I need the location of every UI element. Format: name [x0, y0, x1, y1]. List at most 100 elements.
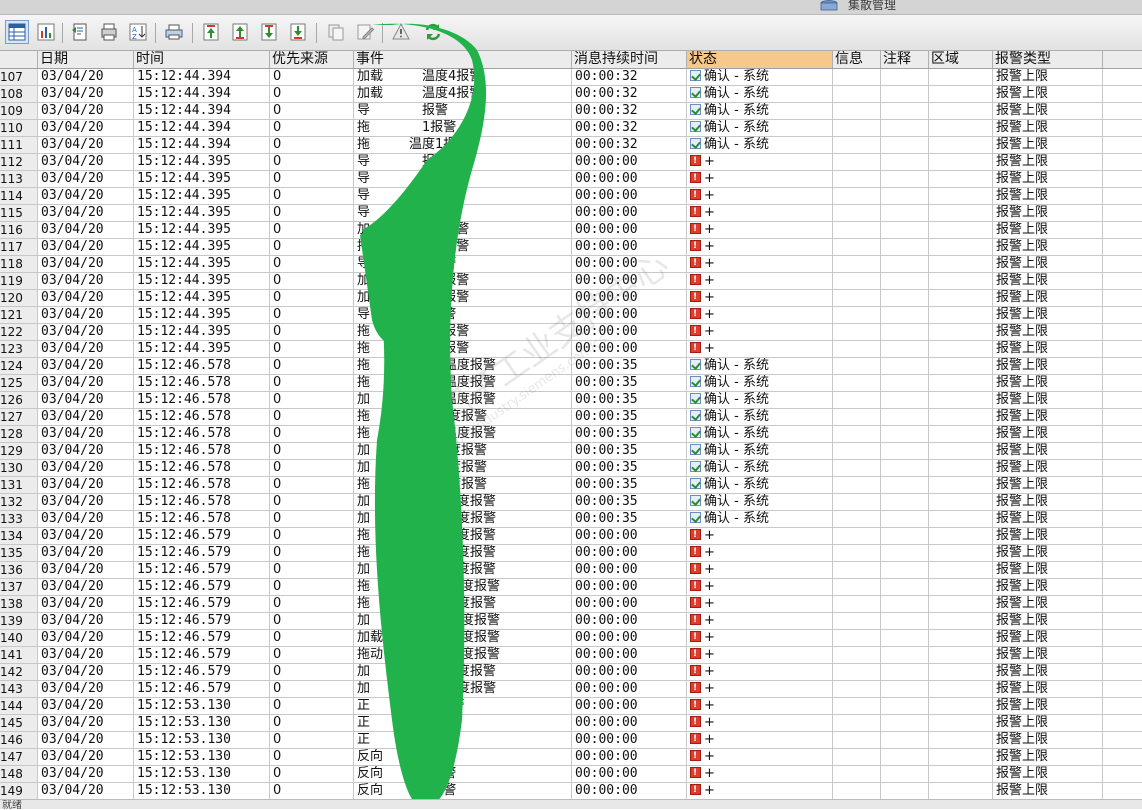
header-alarm-type[interactable]: 报警类型	[993, 51, 1103, 68]
table-row[interactable]: 127 03/04/20 15:12:46.578 0 拖 轴承温度报警 00:00:35…	[0, 409, 1142, 426]
cell-note	[881, 120, 929, 136]
move-top-button[interactable]	[199, 20, 223, 44]
table-row[interactable]: 12303/04/2015:12:44.3950拖 温度1报警00:00:00 +…	[0, 341, 1142, 358]
cell-priority-source: 0	[270, 273, 354, 289]
copy-button[interactable]	[324, 20, 348, 44]
header-priority-source[interactable]: 优先来源	[270, 51, 354, 68]
table-row[interactable]: 12103/04/2015:12:44.3950导 8报警00:00:00 + 报警…	[0, 307, 1142, 324]
table-row[interactable]: 11403/04/2015:12:44.3950导 1报警00:00:00 + 报警…	[0, 188, 1142, 205]
row-number: 115	[0, 205, 38, 221]
edit-note-button[interactable]	[353, 20, 377, 44]
table-row[interactable]: 11703/04/2015:12:44.3950拖 温度1报警00:00:00 +…	[0, 239, 1142, 256]
status-text: 确认 - 系统	[704, 460, 769, 475]
table-row[interactable]: 139 03/04/20 15:12:46.579 0 加 右轴承温度报警 00:00:0…	[0, 613, 1142, 630]
status-text: +	[704, 698, 715, 713]
cell-priority-source: 0	[270, 596, 354, 612]
table-row[interactable]: 140 03/04/20 15:12:46.579 0 加载 右轴承温度报警 00:00:…	[0, 630, 1142, 647]
table-row[interactable]: 12003/04/2015:12:44.3950加 温度4报警00:00:00 +…	[0, 290, 1142, 307]
table-row[interactable]: 132 03/04/20 15:12:46.578 0 加 组B相温度报警 00:00:3…	[0, 494, 1142, 511]
table-row[interactable]: 133 03/04/20 15:12:46.578 0 加 组C相温度报警 00:00:3…	[0, 511, 1142, 528]
export-button[interactable]	[68, 20, 92, 44]
cell-info	[833, 579, 881, 595]
cell-priority-source: 0	[270, 205, 354, 221]
cell-event: 拖 温度1报警	[354, 341, 572, 357]
table-row[interactable]: 11903/04/2015:12:44.3950加 温度4报警00:00:00 +…	[0, 273, 1142, 290]
cell-area	[929, 307, 993, 323]
cell-area	[929, 409, 993, 425]
move-bottom-button[interactable]	[286, 20, 310, 44]
table-row[interactable]: 142 03/04/20 15:12:46.579 0 加 组B相温度报警 00:00:0…	[0, 664, 1142, 681]
table-row[interactable]: 129 03/04/20 15:12:46.578 0 加 轴承温度报警 00:00:35…	[0, 443, 1142, 460]
grid-view-button[interactable]	[5, 20, 29, 44]
sort-button[interactable]: AZ	[126, 20, 150, 44]
cell-time: 15:12:44.395	[134, 256, 270, 272]
move-down-button[interactable]	[257, 20, 281, 44]
status-text: 确认 - 系统	[704, 392, 769, 407]
row-number: 124	[0, 358, 38, 374]
table-row[interactable]: 107 03/04/20 15:12:44.394 0 加载 温度4报警 00:00:32…	[0, 69, 1142, 86]
cell-info	[833, 698, 881, 714]
cell-duration: 00:00:00	[572, 188, 687, 204]
table-row[interactable]: 11803/04/2015:12:44.3950导 7报警00:00:00 + 报警…	[0, 256, 1142, 273]
move-up-button[interactable]	[228, 20, 252, 44]
table-row[interactable]: 136 03/04/20 15:12:46.579 0 加 组A相温度报警 00:00:0…	[0, 562, 1142, 579]
table-row[interactable]: 108 03/04/20 15:12:44.394 0 加载 温度4报警 00:00:32…	[0, 86, 1142, 103]
table-row[interactable]: 14603/04/2015:12:53.1300正 2报警00:00:00 + 报警…	[0, 732, 1142, 749]
table-row[interactable]: 110 03/04/20 15:12:44.394 0 拖 1报警 00:00:32 确认 …	[0, 120, 1142, 137]
table-row[interactable]: 11203/04/2015:12:44.3950导 报警00:00:00 + 报警上…	[0, 154, 1142, 171]
refresh-button[interactable]	[421, 20, 445, 44]
cell-status: 确认 - 系统	[687, 103, 833, 119]
edit-note-icon	[357, 24, 375, 40]
row-number: 129	[0, 443, 38, 459]
table-row[interactable]: 14903/04/2015:12:53.1300反向 力6报警00:00:00 +…	[0, 783, 1142, 800]
table-row[interactable]: 124 03/04/20 15:12:46.578 0 拖 组B相温度报警 00:00:3…	[0, 358, 1142, 375]
status-text: +	[704, 749, 715, 764]
status-text: +	[704, 205, 715, 220]
header-event[interactable]: 事件	[354, 51, 572, 68]
table-row[interactable]: 14503/04/2015:12:53.1300正 1报警00:00:00 + 报警…	[0, 715, 1142, 732]
table-row[interactable]: 134 03/04/20 15:12:46.579 0 拖 组B相温度报警 00:00:0…	[0, 528, 1142, 545]
table-row[interactable]: 138 03/04/20 15:12:46.579 0 拖 组C相温度报警 00:00:0…	[0, 596, 1142, 613]
cell-date: 03/04/20	[38, 273, 134, 289]
table-row[interactable]: 109 03/04/20 15:12:44.394 0 导 报警 00:00:32 确认 -…	[0, 103, 1142, 120]
table-row[interactable]: 137 03/04/20 15:12:46.579 0 拖 左轴承温度报警 00:00:0…	[0, 579, 1142, 596]
cell-status: +	[687, 324, 833, 340]
print-preview-button[interactable]	[97, 20, 121, 44]
header-info[interactable]: 信息	[833, 51, 881, 68]
cell-alarm-type: 报警上限	[993, 715, 1103, 731]
table-row[interactable]: 14403/04/2015:12:53.1300正 13报警00:00:00 + 报…	[0, 698, 1142, 715]
header-row-number[interactable]	[0, 51, 38, 68]
cell-info	[833, 613, 881, 629]
header-note[interactable]: 注释	[881, 51, 929, 68]
header-time[interactable]: 时间	[134, 51, 270, 68]
acknowledge-button[interactable]	[389, 20, 413, 44]
table-row[interactable]: 11503/04/2015:12:44.3950导 8报警00:00:00 + 报警…	[0, 205, 1142, 222]
print-button[interactable]	[162, 20, 186, 44]
table-row[interactable]: 14703/04/2015:12:53.1300反向 4报警00:00:00 + 报…	[0, 749, 1142, 766]
header-date[interactable]: 日期	[38, 51, 134, 68]
table-row[interactable]: 111 03/04/20 15:12:44.394 0 拖 温度1报警 00:00:32 确…	[0, 137, 1142, 154]
table-row[interactable]: 14803/04/2015:12:53.1300反向 5报警00:00:00 + 报…	[0, 766, 1142, 783]
table-row[interactable]: 126 03/04/20 15:12:46.578 0 加 组A相温度报警 00:00:3…	[0, 392, 1142, 409]
header-area[interactable]: 区域	[929, 51, 993, 68]
bar-chart-button[interactable]	[34, 20, 58, 44]
table-row[interactable]: 11603/04/2015:12:44.3950加 温度4报警00:00:00 +…	[0, 222, 1142, 239]
cell-status: 确认 - 系统	[687, 375, 833, 391]
table-row[interactable]: 135 03/04/20 15:12:46.579 0 拖 组A相温度报警 00:00:0…	[0, 545, 1142, 562]
cell-alarm-type: 报警上限	[993, 120, 1103, 136]
table-row[interactable]: 125 03/04/20 15:12:46.578 0 拖 组A相温度报警 00:00:3…	[0, 375, 1142, 392]
header-status[interactable]: 状态	[687, 51, 833, 68]
cell-time: 15:12:46.579	[134, 579, 270, 595]
table-row[interactable]: 11303/04/2015:12:44.3950导 报警00:00:00 + 报警上…	[0, 171, 1142, 188]
table-row[interactable]: 12203/04/2015:12:44.3950拖 温度1报警00:00:00 +…	[0, 324, 1142, 341]
cell-duration: 00:00:00	[572, 766, 687, 782]
table-row[interactable]: 130 03/04/20 15:12:46.578 0 加 轴承温度报警 00:00:35…	[0, 460, 1142, 477]
table-row[interactable]: 143 03/04/20 15:12:46.579 0 加 组C相温度报警 00:00:0…	[0, 681, 1142, 698]
table-row[interactable]: 131 03/04/20 15:12:46.578 0 拖 轴承温度报警 00:00:35…	[0, 477, 1142, 494]
cell-date: 03/04/20	[38, 69, 134, 85]
row-number: 107	[0, 69, 38, 85]
table-row[interactable]: 128 03/04/20 15:12:46.578 0 拖 组C相温度报警 00:00:3…	[0, 426, 1142, 443]
cell-info	[833, 596, 881, 612]
header-duration[interactable]: 消息持续时间	[572, 51, 687, 68]
table-row[interactable]: 141 03/04/20 15:12:46.579 0 拖动 右轴承温度报警 00:00:…	[0, 647, 1142, 664]
